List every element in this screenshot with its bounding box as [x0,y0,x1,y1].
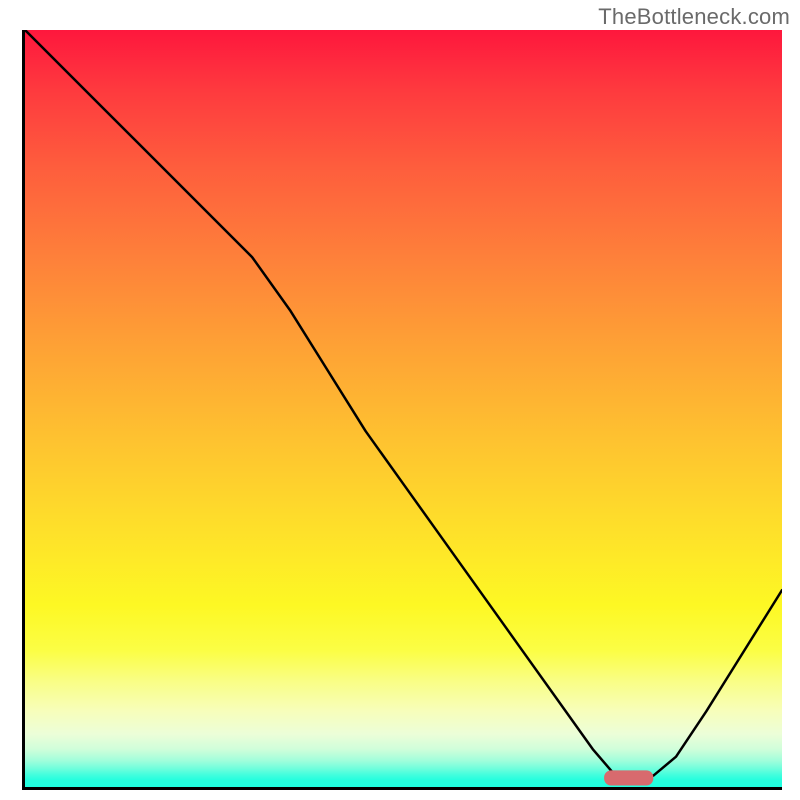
optimum-marker [604,770,653,785]
chart-container: TheBottleneck.com [0,0,800,800]
watermark-text: TheBottleneck.com [598,4,790,30]
plot-svg [25,30,782,787]
bottleneck-curve [25,30,782,776]
plot-area [22,30,782,790]
